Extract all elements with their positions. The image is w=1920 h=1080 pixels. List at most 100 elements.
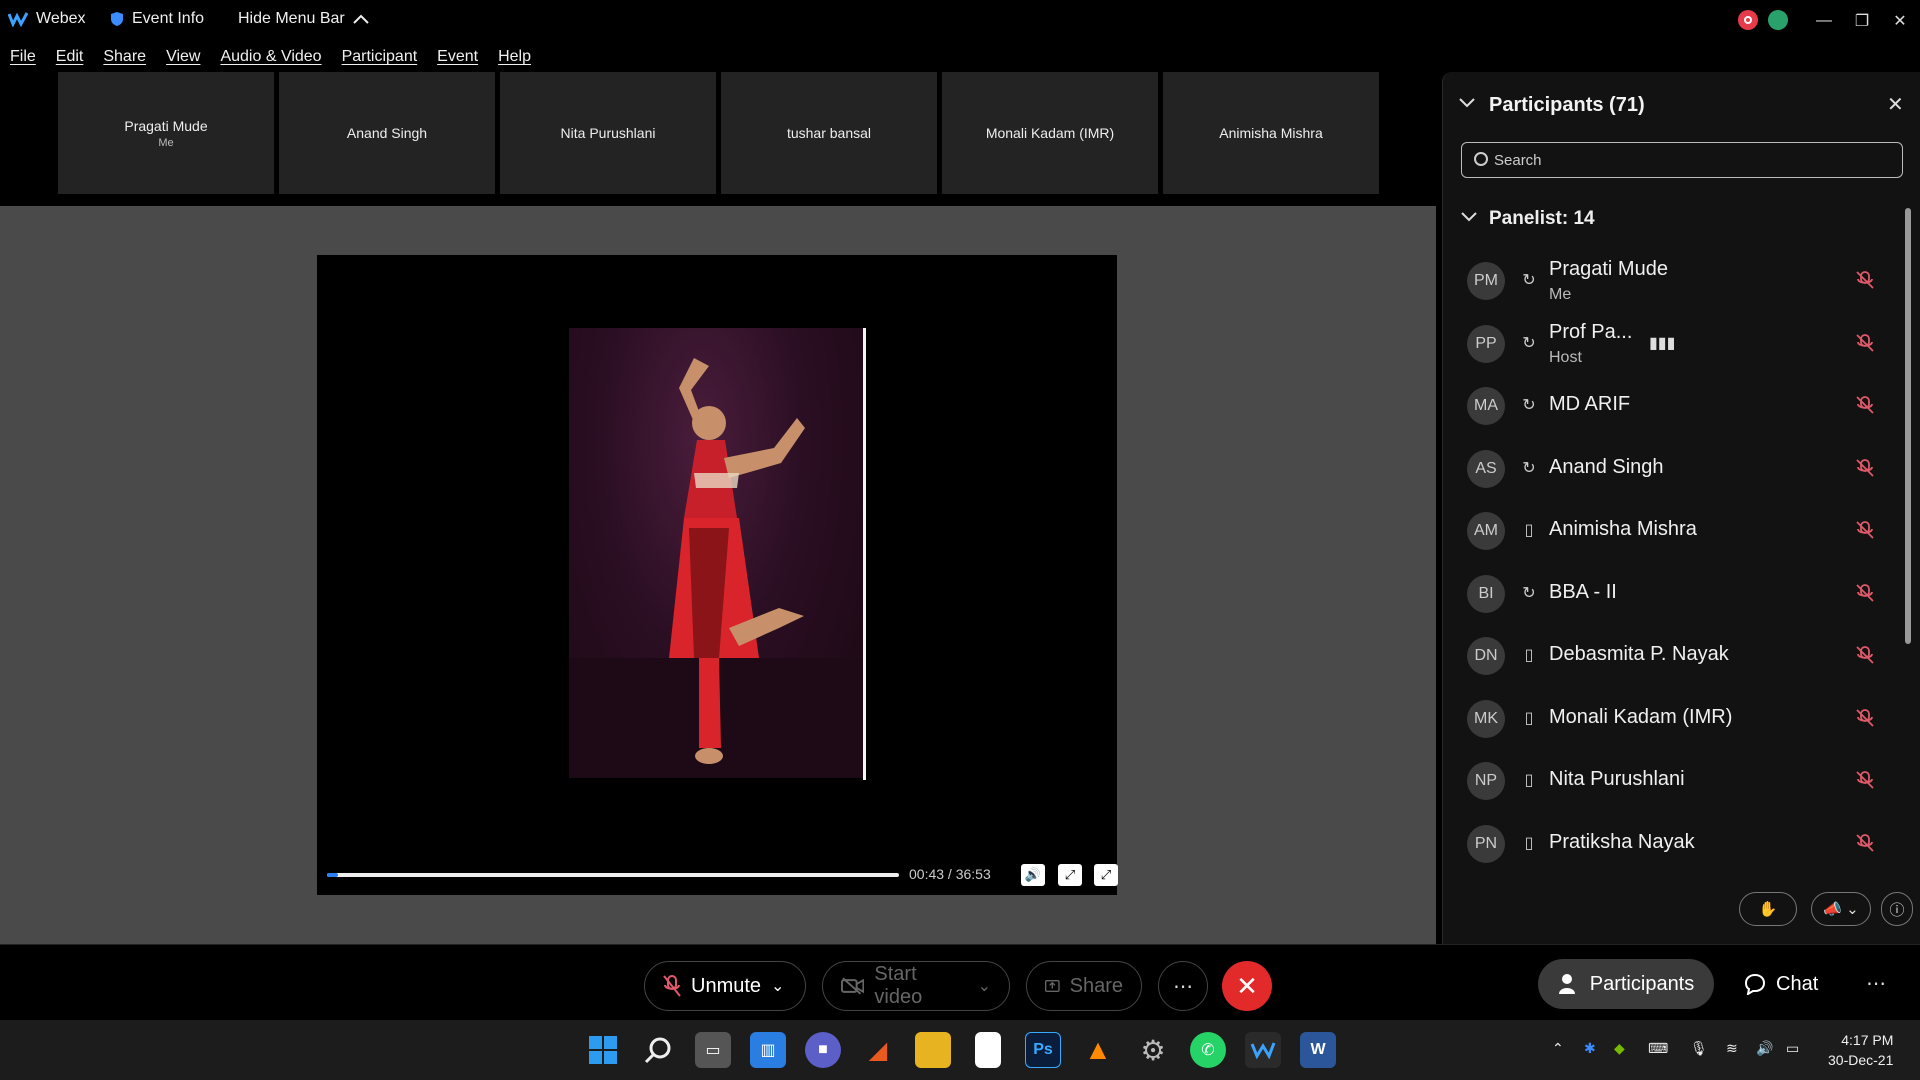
participant-row[interactable]: PN ▯ Pratiksha Nayak bbox=[1443, 813, 1903, 875]
event-info-label: Event Info bbox=[132, 10, 205, 27]
menu-file[interactable]: File bbox=[0, 44, 46, 72]
chevron-down-icon[interactable] bbox=[1461, 212, 1477, 222]
participant-row[interactable]: BI ↻ BBA - II bbox=[1443, 563, 1903, 625]
participant-thumbnail[interactable]: Nita Purushlani bbox=[500, 72, 716, 194]
settings-gear-icon[interactable]: ⚙ bbox=[1135, 1032, 1171, 1068]
menu-event[interactable]: Event bbox=[427, 44, 488, 72]
participant-row[interactable]: PM ↻ Pragati Mude Me bbox=[1443, 250, 1903, 312]
microphone-icon[interactable]: 🎙 bbox=[1690, 1040, 1708, 1057]
search-input[interactable]: Search bbox=[1461, 142, 1903, 178]
menu-share[interactable]: Share bbox=[93, 44, 156, 72]
participant-thumbnail[interactable]: tushar bansal bbox=[721, 72, 937, 194]
muted-mic-icon[interactable] bbox=[1855, 583, 1875, 603]
participant-row[interactable]: MA ↻ MD ARIF bbox=[1443, 375, 1903, 437]
vlc-icon[interactable]: ▲ bbox=[1080, 1032, 1116, 1068]
muted-mic-icon[interactable] bbox=[1855, 645, 1875, 665]
participant-thumbnail[interactable]: Animisha Mishra bbox=[1163, 72, 1379, 194]
expand-icon[interactable]: ⤢ bbox=[1058, 864, 1082, 886]
muted-mic-icon[interactable] bbox=[1855, 333, 1875, 353]
search-icon[interactable] bbox=[640, 1032, 676, 1068]
show-hidden-icons[interactable]: ⌃ bbox=[1552, 1040, 1564, 1057]
battery-icon[interactable]: ▭ bbox=[1786, 1040, 1799, 1057]
menu-participant[interactable]: Participant bbox=[332, 44, 428, 72]
playback-progress-bar[interactable] bbox=[327, 873, 899, 877]
clock-time: 4:17 PM bbox=[1841, 1032, 1894, 1048]
participant-row[interactable]: AM ▯ Animisha Mishra bbox=[1443, 500, 1903, 562]
reactions-button[interactable]: 📣 ⌄ bbox=[1811, 892, 1871, 926]
keyboard-icon[interactable]: ⌨ bbox=[1648, 1040, 1668, 1057]
dancer-video-frame bbox=[569, 328, 865, 778]
more-icon[interactable]: ⋯ bbox=[1866, 971, 1886, 996]
phone-icon: ▯ bbox=[1524, 772, 1534, 789]
teams-chat-icon[interactable]: ■ bbox=[805, 1032, 841, 1068]
task-view-icon[interactable]: ▭ bbox=[695, 1032, 731, 1068]
panel-scrollbar[interactable] bbox=[1905, 190, 1911, 800]
close-window-button[interactable]: ✕ bbox=[1885, 6, 1915, 36]
webex-taskbar-icon[interactable] bbox=[1245, 1032, 1281, 1068]
muted-mic-icon[interactable] bbox=[1855, 708, 1875, 728]
recording-icon[interactable] bbox=[1738, 10, 1758, 30]
chevron-down-icon[interactable]: ⌄ bbox=[978, 976, 991, 996]
participant-row[interactable]: PP ↻ Prof Pa... Host ▮▮▮ bbox=[1443, 313, 1903, 375]
participant-name: Animisha Mishra bbox=[1549, 518, 1697, 540]
windows-start-icon[interactable] bbox=[585, 1032, 621, 1068]
menu-audio-video[interactable]: Audio & Video bbox=[210, 44, 331, 72]
participant-thumbnail[interactable]: Anand Singh bbox=[279, 72, 495, 194]
menu-view[interactable]: View bbox=[156, 44, 210, 72]
start-video-button[interactable]: Start video ⌄ bbox=[822, 961, 1010, 1011]
chevron-down-icon[interactable] bbox=[1459, 98, 1475, 108]
matlab-icon[interactable]: ◢ bbox=[860, 1032, 896, 1068]
muted-mic-icon[interactable] bbox=[1855, 770, 1875, 790]
close-panel-button[interactable]: ✕ bbox=[1887, 92, 1904, 117]
muted-mic-icon[interactable] bbox=[1855, 833, 1875, 853]
menu-help[interactable]: Help bbox=[488, 44, 541, 72]
chevron-down-icon[interactable]: ⌄ bbox=[771, 976, 784, 996]
unmute-button[interactable]: Unmute ⌄ bbox=[644, 961, 806, 1011]
muted-mic-icon bbox=[663, 975, 681, 997]
event-info-button[interactable]: Event Info bbox=[110, 10, 204, 28]
participant-row[interactable]: AS ↻ Anand Singh bbox=[1443, 438, 1903, 500]
bluetooth-icon[interactable]: ✱ bbox=[1584, 1040, 1596, 1057]
playback-time: 00:43 / 36:53 bbox=[909, 866, 991, 882]
nvidia-icon[interactable]: ◆ bbox=[1614, 1040, 1625, 1057]
whatsapp-icon[interactable]: ✆ bbox=[1190, 1032, 1226, 1068]
participant-row[interactable]: MK ▯ Monali Kadam (IMR) bbox=[1443, 688, 1903, 750]
scroll-thumb[interactable] bbox=[1905, 208, 1911, 644]
raise-hand-button[interactable]: ✋ bbox=[1739, 892, 1797, 926]
participant-name: Pragati Mude bbox=[1549, 258, 1668, 280]
minimize-button[interactable]: — bbox=[1809, 6, 1839, 36]
thumbnail-name: Pragati Mude bbox=[124, 117, 208, 134]
participant-row[interactable]: DN ▯ Debasmita P. Nayak bbox=[1443, 625, 1903, 687]
network-stats-icon[interactable] bbox=[1768, 10, 1788, 30]
muted-mic-icon[interactable] bbox=[1855, 458, 1875, 478]
leave-meeting-button[interactable]: ✕ bbox=[1222, 961, 1272, 1011]
menu-edit[interactable]: Edit bbox=[46, 44, 94, 72]
volume-icon[interactable]: 🔊 bbox=[1756, 1040, 1773, 1057]
thumbnail-name: Monali Kadam (IMR) bbox=[985, 125, 1115, 141]
word-icon[interactable]: W bbox=[1300, 1032, 1336, 1068]
document-icon[interactable] bbox=[975, 1032, 1001, 1068]
share-button[interactable]: Share bbox=[1026, 961, 1142, 1011]
info-button[interactable]: ⓘ bbox=[1881, 892, 1913, 926]
hide-menu-bar-button[interactable]: Hide Menu Bar bbox=[238, 10, 369, 28]
participants-tab-button[interactable]: Participants bbox=[1538, 959, 1714, 1009]
panelist-section-header[interactable]: Panelist: 14 bbox=[1489, 208, 1595, 230]
search-icon bbox=[1474, 152, 1488, 166]
participant-row[interactable]: NP ▯ Nita Purushlani bbox=[1443, 750, 1903, 812]
more-options-button[interactable]: ⋯ bbox=[1158, 961, 1208, 1011]
file-explorer-icon[interactable] bbox=[915, 1032, 951, 1068]
participant-thumbnail[interactable]: Monali Kadam (IMR) bbox=[942, 72, 1158, 194]
muted-mic-icon[interactable] bbox=[1855, 520, 1875, 540]
muted-mic-icon[interactable] bbox=[1855, 395, 1875, 415]
muted-mic-icon[interactable] bbox=[1855, 270, 1875, 290]
restore-button[interactable]: ❐ bbox=[1847, 6, 1877, 36]
widgets-icon[interactable]: ▥ bbox=[750, 1032, 786, 1068]
wifi-icon[interactable]: ≋ bbox=[1726, 1040, 1738, 1057]
chat-tab-button[interactable]: Chat bbox=[1744, 959, 1818, 1009]
participant-thumbnail[interactable]: Pragati Mude Me bbox=[58, 72, 274, 194]
system-clock[interactable]: 4:17 PM 30-Dec-21 bbox=[1828, 1030, 1893, 1070]
photoshop-icon[interactable]: Ps bbox=[1025, 1032, 1061, 1068]
volume-button[interactable]: 🔊 bbox=[1021, 864, 1045, 886]
video-player[interactable]: 00:43 / 36:53 🔊 ⤢ ⤢ bbox=[317, 255, 1118, 895]
fullscreen-button[interactable]: ⤢ bbox=[1094, 864, 1118, 886]
